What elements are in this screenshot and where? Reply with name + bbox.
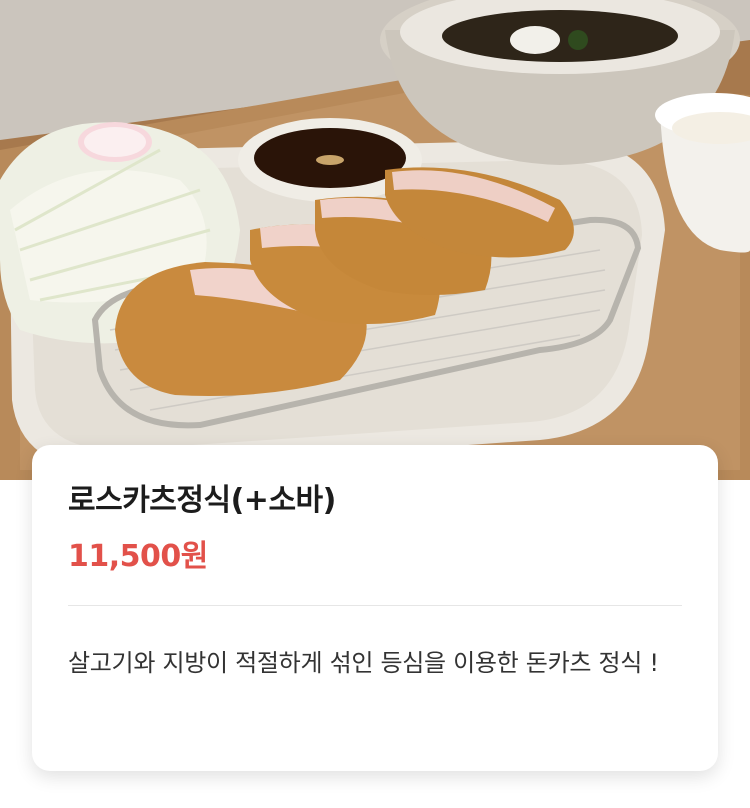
menu-item-photo: [0, 0, 750, 480]
menu-item-card[interactable]: 로스카츠정식(+소바) 11,500원 살고기와 지방이 적절하게 섞인 등심을…: [32, 445, 718, 771]
menu-item-description: 살고기와 지방이 적절하게 섞인 등심을 이용한 돈카츠 정식 !: [68, 649, 659, 677]
menu-item-price: 11,500원: [68, 539, 208, 574]
divider: [68, 605, 682, 606]
menu-item-name: 로스카츠정식(+소바): [68, 483, 336, 518]
